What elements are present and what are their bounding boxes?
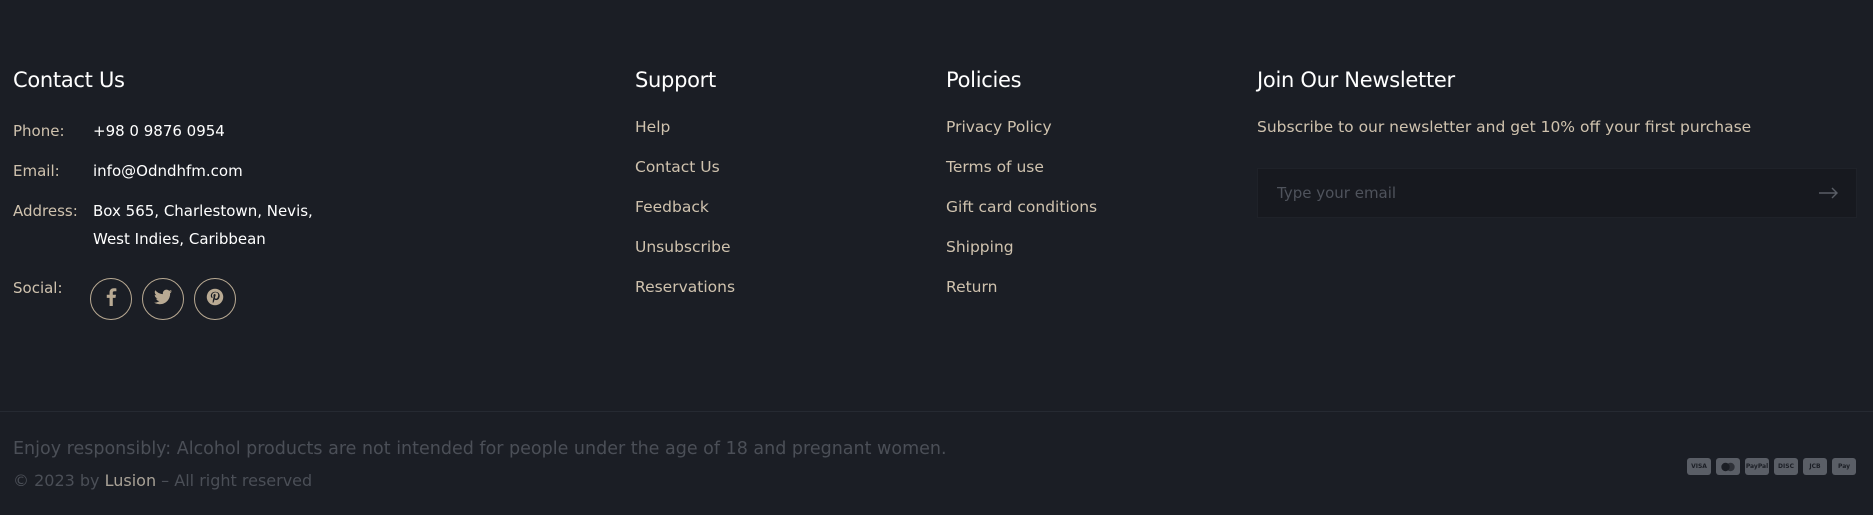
support-link-unsubscribe[interactable]: Unsubscribe (635, 236, 735, 276)
newsletter-heading: Join Our Newsletter (1257, 68, 1455, 92)
policies-heading: Policies (946, 68, 1022, 92)
pinterest-button[interactable] (194, 278, 236, 320)
newsletter-email-input[interactable] (1258, 169, 1798, 217)
contact-heading: Contact Us (13, 68, 125, 92)
jcb-icon: JCB (1803, 458, 1827, 475)
pinterest-icon (206, 288, 224, 310)
policies-link-terms[interactable]: Terms of use (946, 156, 1097, 196)
policies-links: Privacy Policy Terms of use Gift card co… (946, 116, 1097, 316)
policies-link-gift-card[interactable]: Gift card conditions (946, 196, 1097, 236)
age-disclaimer: Enjoy responsibly: Alcohol products are … (13, 439, 947, 459)
social-label: Social: (13, 279, 63, 297)
brand-link[interactable]: Lusion (105, 471, 156, 490)
facebook-icon (105, 288, 117, 310)
amazon-pay-icon: Pay (1832, 458, 1856, 475)
support-links: Help Contact Us Feedback Unsubscribe Res… (635, 116, 735, 316)
support-link-reservations[interactable]: Reservations (635, 276, 735, 316)
policies-link-return[interactable]: Return (946, 276, 1097, 316)
policies-link-shipping[interactable]: Shipping (946, 236, 1097, 276)
facebook-button[interactable] (90, 278, 132, 320)
payment-methods: VISA PayPal DISC JCB Pay (1687, 458, 1856, 475)
email-label: Email: (13, 162, 60, 180)
twitter-button[interactable] (142, 278, 184, 320)
phone-value[interactable]: +98 0 9876 0954 (93, 120, 225, 142)
mastercard-icon (1716, 458, 1740, 475)
address-line-1: Box 565, Charlestown, Nevis, (93, 202, 313, 220)
copyright-suffix: – All right reserved (156, 471, 313, 490)
support-link-help[interactable]: Help (635, 116, 735, 156)
support-link-contact-us[interactable]: Contact Us (635, 156, 735, 196)
discover-icon: DISC (1774, 458, 1798, 475)
policies-link-privacy[interactable]: Privacy Policy (946, 116, 1097, 156)
phone-label: Phone: (13, 122, 65, 140)
footer-divider (0, 411, 1873, 412)
support-section: Support Help Contact Us Feedback Unsubsc… (635, 66, 915, 296)
policies-section: Policies Privacy Policy Terms of use Gif… (946, 66, 1226, 296)
newsletter-description: Subscribe to our newsletter and get 10% … (1257, 118, 1752, 136)
copyright-prefix: © 2023 by (13, 471, 105, 490)
twitter-icon (154, 289, 172, 309)
newsletter-section: Join Our Newsletter Subscribe to our new… (1257, 66, 1857, 218)
email-value[interactable]: info@Odndhfm.com (93, 160, 243, 182)
visa-icon: VISA (1687, 458, 1711, 475)
newsletter-form (1257, 168, 1857, 218)
address-label: Address: (13, 202, 78, 220)
newsletter-submit-button[interactable] (1816, 181, 1842, 205)
support-link-feedback[interactable]: Feedback (635, 196, 735, 236)
paypal-icon: PayPal (1745, 458, 1769, 475)
address-line-2: West Indies, Caribbean (93, 230, 266, 248)
copyright: © 2023 by Lusion – All right reserved (13, 471, 312, 490)
contact-section: Contact Us Phone: +98 0 9876 0954 Email:… (13, 66, 573, 320)
support-heading: Support (635, 68, 716, 92)
arrow-right-icon (1819, 184, 1839, 203)
